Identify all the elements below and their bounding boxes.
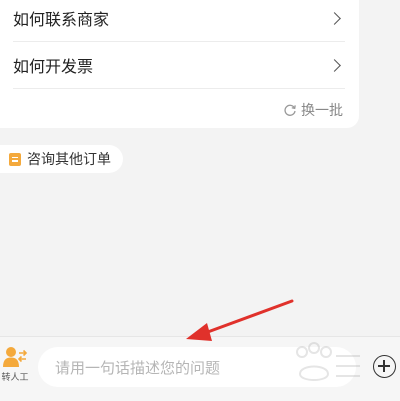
transfer-to-agent-button[interactable]: 转人工 xyxy=(0,346,30,390)
faq-item-contact-merchant[interactable]: 如何联系商家 xyxy=(13,0,345,42)
faq-item-label: 如何联系商家 xyxy=(13,10,110,29)
consult-other-order-chip[interactable]: 咨询其他订单 xyxy=(0,145,123,173)
plus-icon[interactable] xyxy=(373,355,396,378)
faq-item-label: 如何开发票 xyxy=(13,57,94,76)
order-list-icon xyxy=(9,152,21,166)
chevron-right-icon xyxy=(328,11,341,25)
transfer-label: 转人工 xyxy=(1,373,29,383)
refresh-icon xyxy=(284,104,296,116)
faq-card: 如何联系商家 如何开发票 换一批 xyxy=(0,0,359,128)
chevron-right-icon xyxy=(328,58,341,72)
refresh-button[interactable]: 换一批 xyxy=(283,100,343,120)
agent-transfer-icon xyxy=(3,347,28,367)
input-placeholder: 请用一句话描述您的问题 xyxy=(55,358,221,377)
faq-item-invoice[interactable]: 如何开发票 xyxy=(13,42,345,89)
message-input[interactable]: 请用一句话描述您的问题 xyxy=(38,347,356,387)
refresh-label: 换一批 xyxy=(301,103,343,119)
chip-label: 咨询其他订单 xyxy=(27,152,111,168)
